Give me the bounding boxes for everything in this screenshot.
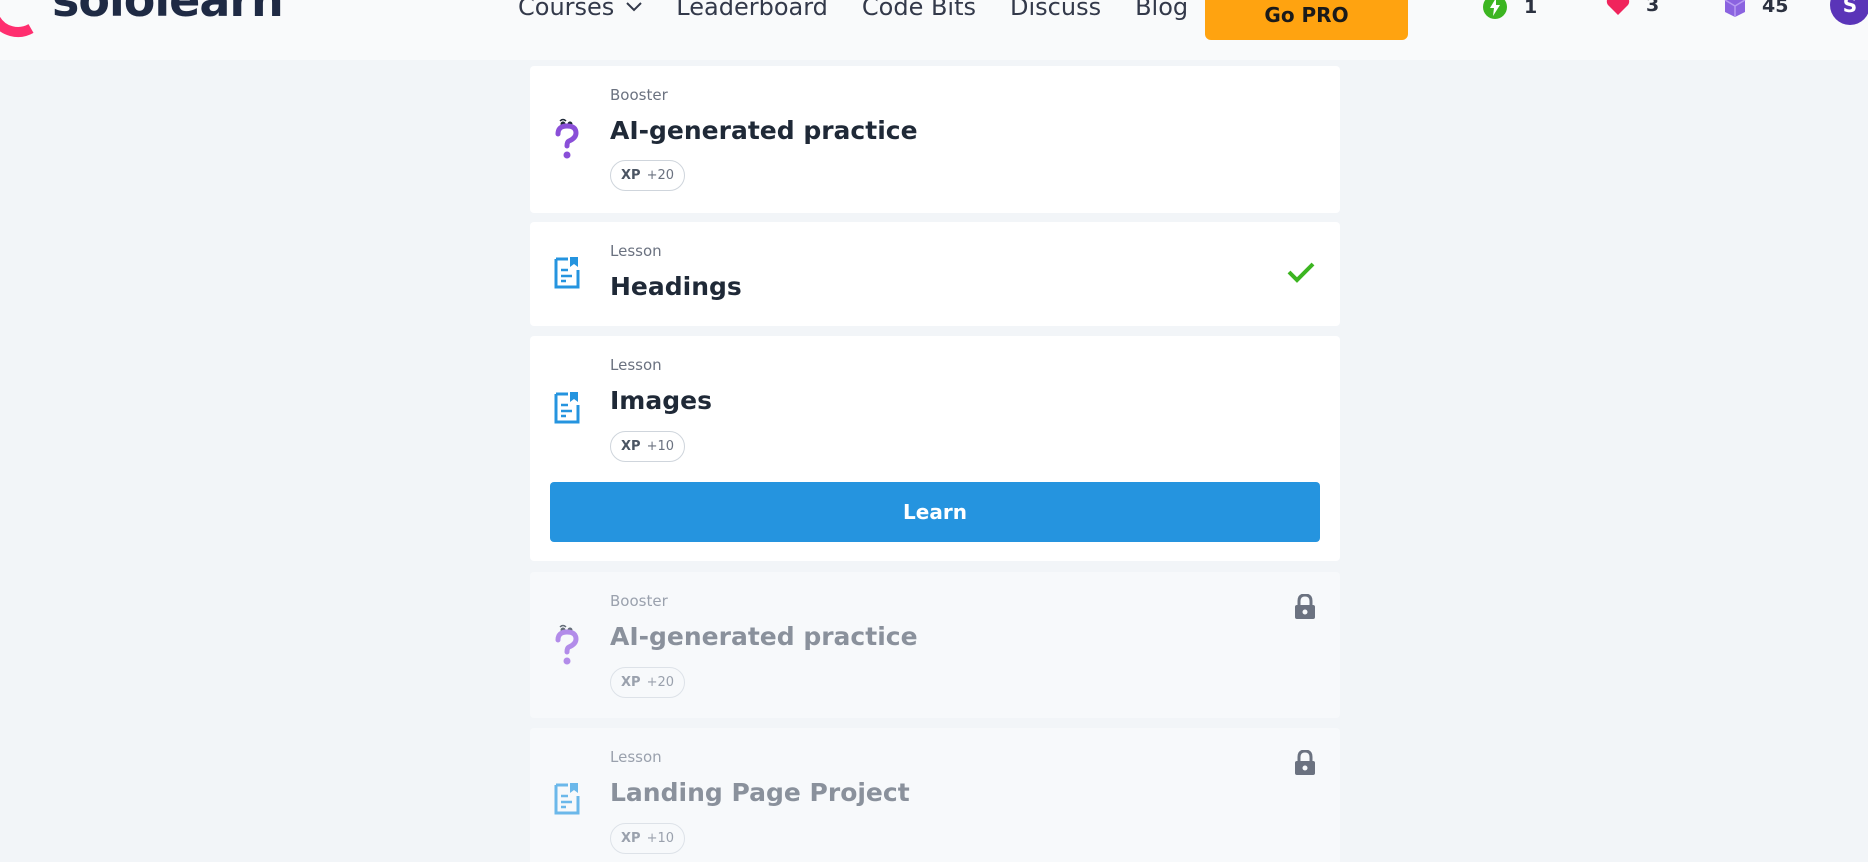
xp-label: XP <box>621 675 641 690</box>
item-title: Headings <box>610 272 742 301</box>
nav-code-bits[interactable]: Code Bits <box>862 0 976 22</box>
list-item-lesson-locked: Lesson Landing Page Project XP +10 <box>530 728 1340 862</box>
item-kind: Booster <box>610 592 668 610</box>
nav-blog[interactable]: Blog <box>1135 0 1188 22</box>
lightning-icon <box>1482 0 1508 20</box>
streak-count: 1 <box>1524 0 1538 18</box>
xp-label: XP <box>621 439 641 454</box>
lock-icon <box>1294 593 1316 624</box>
top-navigation-bar: sololearn Courses Leaderboard Code Bits … <box>0 0 1868 60</box>
heart-icon <box>1606 0 1630 16</box>
xp-value: +10 <box>646 439 674 454</box>
nav-discuss[interactable]: Discuss <box>1010 0 1101 22</box>
item-title: Images <box>610 386 712 415</box>
list-item-lesson-current[interactable]: Lesson Images XP +10 Learn <box>530 336 1340 561</box>
item-kind: Booster <box>610 86 668 104</box>
checkmark-icon <box>1286 260 1316 288</box>
item-title: AI-generated practice <box>610 116 918 145</box>
item-kind: Lesson <box>610 748 662 766</box>
nav-courses-label: Courses <box>518 0 615 21</box>
xp-badge: XP +20 <box>610 667 685 698</box>
lesson-icon <box>554 391 580 429</box>
bits-cube-icon <box>1724 0 1746 18</box>
question-mark-icon <box>554 118 580 164</box>
lock-icon <box>1294 749 1316 780</box>
nav-courses[interactable]: Courses <box>518 0 643 22</box>
xp-label: XP <box>621 168 641 183</box>
avatar[interactable]: S <box>1830 0 1868 25</box>
item-title: AI-generated practice <box>610 622 918 651</box>
item-kind: Lesson <box>610 356 662 374</box>
xp-badge: XP +10 <box>610 823 685 854</box>
xp-badge: XP +20 <box>610 160 685 191</box>
list-item-lesson-completed[interactable]: Lesson Headings <box>530 222 1340 326</box>
xp-label: XP <box>621 831 641 846</box>
learn-button[interactable]: Learn <box>550 482 1320 542</box>
xp-value: +10 <box>646 831 674 846</box>
hearts-counter[interactable]: 3 <box>1606 0 1659 16</box>
xp-badge: XP +10 <box>610 431 685 462</box>
nav-leaderboard[interactable]: Leaderboard <box>676 0 828 22</box>
main-nav: Courses Leaderboard Code Bits Discuss Bl… <box>518 0 1222 22</box>
bits-counter[interactable]: 45 <box>1724 0 1788 18</box>
lesson-icon <box>554 782 580 820</box>
list-item-booster[interactable]: Booster AI-generated practice XP +20 <box>530 66 1340 213</box>
item-title: Landing Page Project <box>610 778 910 807</box>
chevron-down-icon <box>626 2 643 12</box>
logo-mark-icon <box>0 0 50 38</box>
sololearn-logo[interactable]: sololearn <box>0 0 284 38</box>
item-kind: Lesson <box>610 242 662 260</box>
streak-counter[interactable]: 1 <box>1482 0 1537 20</box>
lesson-icon <box>554 256 580 294</box>
list-item-booster-locked: Booster AI-generated practice XP +20 <box>530 572 1340 718</box>
bits-count: 45 <box>1762 0 1789 17</box>
hearts-count: 3 <box>1646 0 1660 16</box>
go-pro-button[interactable]: Go PRO <box>1205 0 1408 40</box>
xp-value: +20 <box>646 675 674 690</box>
question-mark-icon <box>554 624 580 670</box>
xp-value: +20 <box>646 168 674 183</box>
logo-text: sololearn <box>52 0 284 27</box>
